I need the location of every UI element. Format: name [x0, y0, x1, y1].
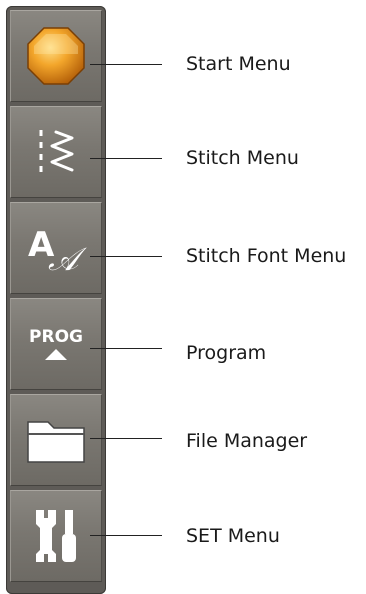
leader-line [90, 535, 162, 536]
file-manager-button[interactable] [10, 394, 102, 486]
stitch-font-menu-label: Stitch Font Menu [186, 245, 347, 267]
leader-line [90, 64, 162, 65]
prog-icon: PROG [29, 327, 83, 360]
start-menu-label: Start Menu [186, 53, 291, 75]
stitch-menu-label: Stitch Menu [186, 147, 299, 169]
set-menu-label: SET Menu [186, 525, 280, 547]
leader-line [90, 438, 162, 439]
stitch-menu-button[interactable] [10, 106, 102, 198]
tools-icon [36, 510, 76, 562]
stitch-font-icon: A 𝒜 [28, 225, 87, 278]
svg-text:𝒜: 𝒜 [48, 240, 87, 278]
side-toolbar: A 𝒜 PROG [6, 6, 106, 594]
leader-line [90, 158, 162, 159]
stitch-icon [39, 130, 74, 172]
leader-line [90, 256, 162, 257]
stitch-font-menu-button[interactable]: A 𝒜 [10, 202, 102, 294]
program-button[interactable]: PROG [10, 298, 102, 390]
folder-icon [27, 421, 85, 463]
leader-line [90, 348, 162, 349]
file-manager-label: File Manager [186, 430, 308, 452]
set-menu-button[interactable] [10, 490, 102, 582]
program-label: Program [186, 342, 267, 364]
prog-icon-text: PROG [29, 327, 83, 347]
orange-octagon-icon [27, 27, 85, 85]
start-menu-button[interactable] [10, 10, 102, 102]
